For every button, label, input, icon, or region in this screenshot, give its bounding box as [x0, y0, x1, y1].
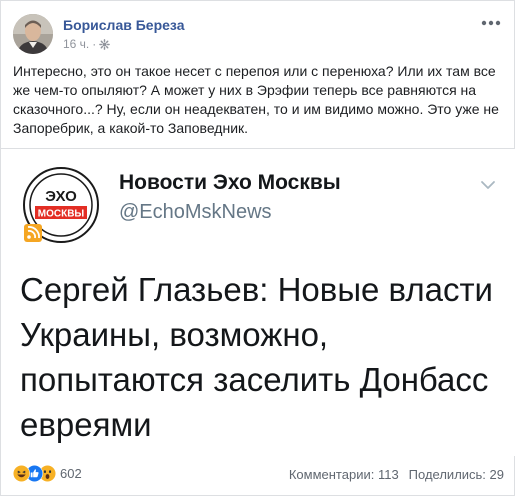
echo-moskvy-logo: ЭХО МОСКВЫ	[22, 166, 100, 244]
tweet-account-name: Новости Эхо Москвы	[119, 171, 341, 194]
post-header: Борислав Береза 16 ч. ·	[13, 11, 503, 55]
post-footer: 602 Комментарии: 113 Поделились: 29	[1, 461, 515, 491]
post-timestamp[interactable]: 16 ч.	[63, 37, 89, 51]
author-avatar[interactable]	[13, 14, 53, 54]
haha-icon	[12, 464, 30, 482]
more-options-icon[interactable]	[481, 11, 501, 29]
tweet-account-handle: @EchoMskNews	[119, 201, 272, 223]
post-text: Интересно, это он такое несет с перепоя …	[13, 63, 499, 136]
avatar-photo-icon	[13, 14, 53, 54]
chevron-down-icon	[480, 177, 496, 193]
reaction-count: 602	[60, 466, 82, 481]
reactions-summary[interactable]: 602	[12, 464, 82, 482]
meta-separator: ·	[92, 37, 97, 51]
comments-count-link[interactable]: Комментарии: 113	[289, 467, 399, 482]
privacy-settings-icon[interactable]	[99, 38, 111, 50]
tweet-body-text: Сергей Глазьев: Новые власти Украины, во…	[20, 271, 493, 443]
author-name[interactable]: Борислав Береза	[63, 17, 184, 33]
shares-count-link[interactable]: Поделились: 29	[409, 467, 504, 482]
post-meta: 16 ч. ·	[63, 37, 111, 51]
embedded-tweet-image[interactable]: ЭХО МОСКВЫ Новости Эхо Москвы @EchoMskNe…	[1, 148, 515, 456]
logo-bottom-text: МОСКВЫ	[38, 209, 85, 220]
engagement-counts: Комментарии: 113 Поделились: 29	[289, 467, 504, 482]
logo-top-text: ЭХО	[45, 188, 77, 205]
facebook-post: Борислав Береза 16 ч. · Интересно, это о…	[0, 0, 515, 496]
